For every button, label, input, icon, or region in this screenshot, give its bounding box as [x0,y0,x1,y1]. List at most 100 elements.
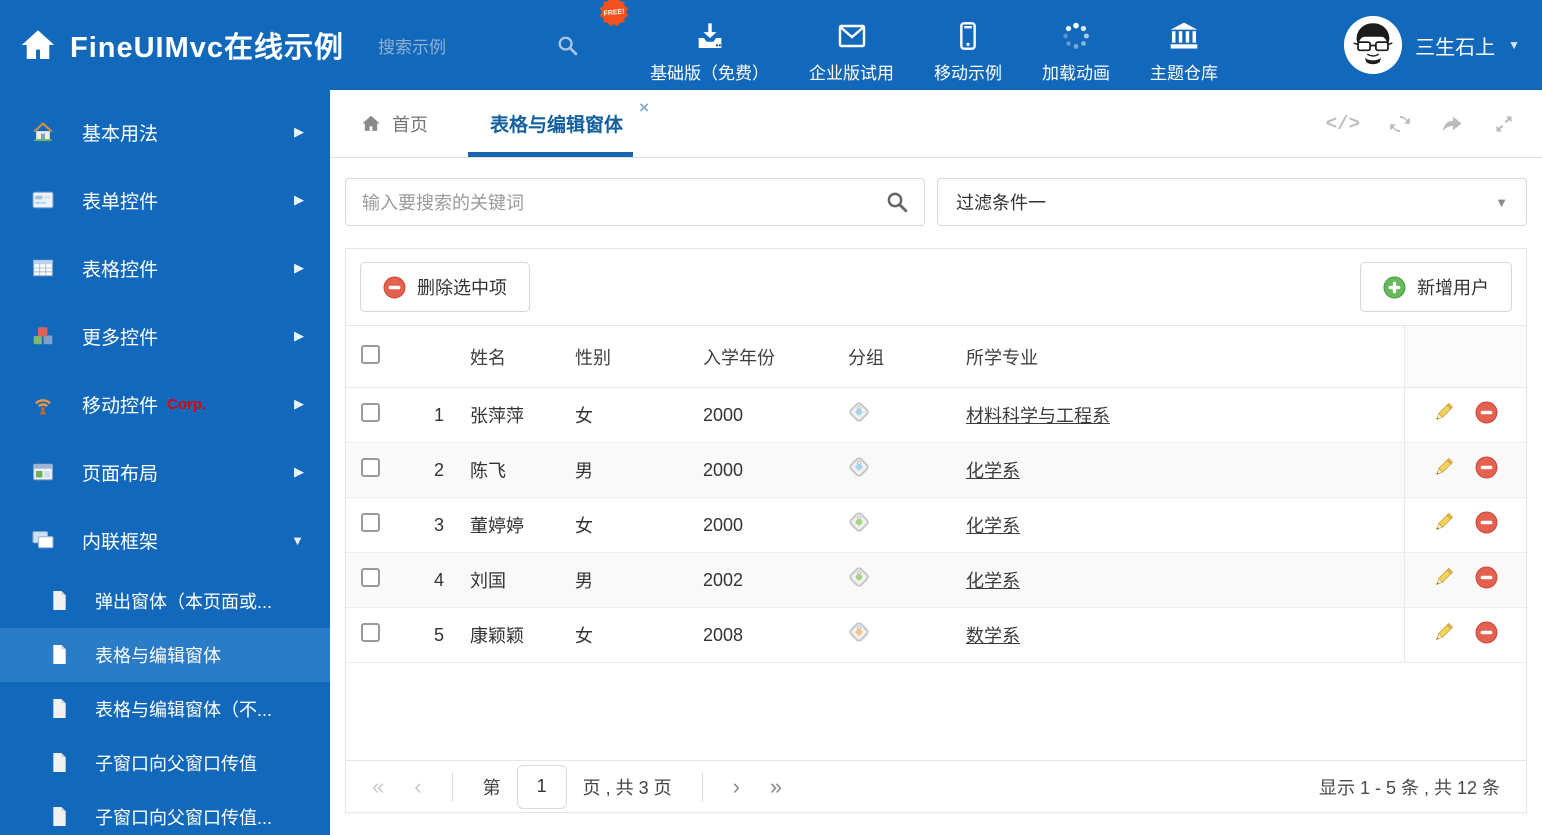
nav-label: 主题仓库 [1150,64,1219,83]
row-index: 3 [394,497,450,553]
page-number-group: 第 1 页 , 共 3 页 [482,764,672,809]
delete-row-icon[interactable] [1475,511,1498,534]
cell-year: 2000 [703,497,848,553]
edit-pencil-icon[interactable] [1432,511,1455,534]
grid-empty-space [346,663,1526,760]
grid-toolbar: 删除选中项 新增用户 [346,249,1526,325]
first-page-button[interactable]: « [372,775,384,798]
tab-grid-edit-window[interactable]: 表格与编辑窗体 × [467,90,649,157]
share-icon[interactable] [1440,112,1464,136]
sidebar-item-label: 表单控件 [82,191,159,213]
main-area: 首页 表格与编辑窗体 × </> 输入要搜索的关键词 过滤条件一 ▼ 删除选中项… [330,90,1542,835]
home-icon [21,30,55,59]
plus-circle-icon [1383,276,1406,298]
refresh-icon[interactable] [1388,112,1412,136]
cell-name: 张萍萍 [450,387,575,443]
select-all-checkbox[interactable] [361,344,380,364]
sidebar-subitem-child-to-parent[interactable]: 子窗口向父窗口传值 [0,736,330,790]
row-index: 1 [394,387,450,443]
close-icon[interactable]: × [639,99,649,116]
sidebar-item-form-controls[interactable]: 表单控件 ▶ [0,166,330,234]
brand-home[interactable]: FineUIMvc在线示例 [20,24,344,66]
username: 三生石上 [1415,36,1496,59]
edit-pencil-icon[interactable] [1432,456,1455,479]
sidebar-item-grid-controls[interactable]: 表格控件 ▶ [0,234,330,302]
nav-loading-animation[interactable]: 加载动画 [1042,6,1110,84]
last-page-button[interactable]: » [770,775,782,798]
row-checkbox[interactable] [361,568,380,587]
tag-icon [847,565,872,590]
major-link[interactable]: 材料科学与工程系 [966,406,1110,426]
tag-icon [847,455,872,480]
sidebar-item-inline-frame[interactable]: 内联框架 ▼ [0,506,330,574]
add-user-button[interactable]: 新增用户 [1360,262,1512,312]
sidebar-subitem-label: 表格与编辑窗体 [95,646,221,666]
sidebar-item-label: 页面布局 [82,463,159,485]
row-checkbox[interactable] [361,623,380,642]
caret-down-icon: ▼ [1495,194,1508,210]
sidebar-subitem-grid-edit-window-2[interactable]: 表格与编辑窗体（不... [0,682,330,736]
nav-theme-repo[interactable]: 主题仓库 [1150,6,1218,84]
row-checkbox[interactable] [361,458,380,477]
sidebar-item-label: 表格控件 [82,259,159,281]
edit-pencil-icon[interactable] [1432,621,1455,644]
nav-label: 加载动画 [1042,64,1111,83]
app-root: FineUIMvc在线示例 搜索示例 FREE! 基础版（免费） 企业版试用 移… [0,0,1542,835]
sidebar-subitem-grid-edit-window[interactable]: 表格与编辑窗体 [0,628,330,682]
delete-row-icon[interactable] [1475,566,1498,589]
major-link[interactable]: 化学系 [966,461,1020,481]
page-suffix: 页 , 共 3 页 [582,777,672,798]
sidebar-item-page-layout[interactable]: 页面布局 ▶ [0,438,330,506]
prev-page-button[interactable]: ‹ [414,775,421,798]
nav-basic-edition[interactable]: FREE! 基础版（免费） [599,0,769,84]
keyword-search-input[interactable]: 输入要搜索的关键词 [345,178,925,226]
tab-label: 首页 [392,114,428,135]
nav-label: 企业版试用 [809,64,895,83]
row-checkbox[interactable] [361,513,380,532]
col-group: 分组 [848,325,966,388]
header-search-input[interactable]: 搜索示例 [378,33,578,58]
delete-row-icon[interactable] [1475,456,1498,479]
row-checkbox[interactable] [361,403,380,422]
chevron-right-icon: ▶ [294,464,304,479]
major-link[interactable]: 数学系 [966,626,1020,646]
users-table: 姓名 性别 入学年份 分组 所学专业 1 张萍萍 女 2000 材料科学与工程系… [346,325,1526,663]
sidebar-subitem-popup-window[interactable]: 弹出窗体（本页面或... [0,574,330,628]
user-menu[interactable]: 三生石上 ▼ [1344,16,1520,74]
major-link[interactable]: 化学系 [966,516,1020,536]
search-icon[interactable] [886,191,908,213]
page-prefix: 第 [482,777,501,798]
header-search-placeholder: 搜索示例 [378,37,447,57]
edit-pencil-icon[interactable] [1432,401,1455,424]
page-content: 输入要搜索的关键词 过滤条件一 ▼ 删除选中项 新增用户 姓名 性别 入学年份 … [330,158,1542,835]
pager-divider [701,771,703,802]
next-page-button[interactable]: › [733,775,740,798]
page-number-input[interactable]: 1 [516,764,567,809]
filter-dropdown-value: 过滤条件一 [956,193,1046,213]
sidebar-item-basic-usage[interactable]: 基本用法 ▶ [0,98,330,166]
expand-icon[interactable] [1492,112,1516,136]
cell-gender: 男 [575,442,703,498]
filter-dropdown[interactable]: 过滤条件一 ▼ [937,178,1527,226]
major-link[interactable]: 化学系 [966,571,1020,591]
sidebar-item-more-controls[interactable]: 更多控件 ▶ [0,302,330,370]
cubes-icon [32,325,54,347]
sidebar-subitem-child-to-parent-2[interactable]: 子窗口向父窗口传值... [0,790,330,835]
col-gender: 性别 [575,325,703,388]
delete-selected-button[interactable]: 删除选中项 [360,262,530,312]
edit-pencil-icon[interactable] [1432,566,1455,589]
sidebar-item-mobile-controls[interactable]: 移动控件 Corp. ▶ [0,370,330,438]
search-icon[interactable] [557,35,578,56]
free-badge: FREE! [599,0,629,27]
button-label: 删除选中项 [417,278,507,298]
file-icon [50,590,69,612]
delete-row-icon[interactable] [1475,621,1498,644]
cell-gender: 女 [575,497,703,553]
nav-mobile-demo[interactable]: 移动示例 [934,6,1002,84]
nav-enterprise-trial[interactable]: 企业版试用 [809,6,894,84]
table-row: 3 董婷婷 女 2000 化学系 [346,497,1526,553]
tab-home[interactable]: 首页 [360,90,428,157]
cell-name: 董婷婷 [450,497,575,553]
source-code-icon[interactable]: </> [1326,113,1360,135]
delete-row-icon[interactable] [1475,401,1498,424]
